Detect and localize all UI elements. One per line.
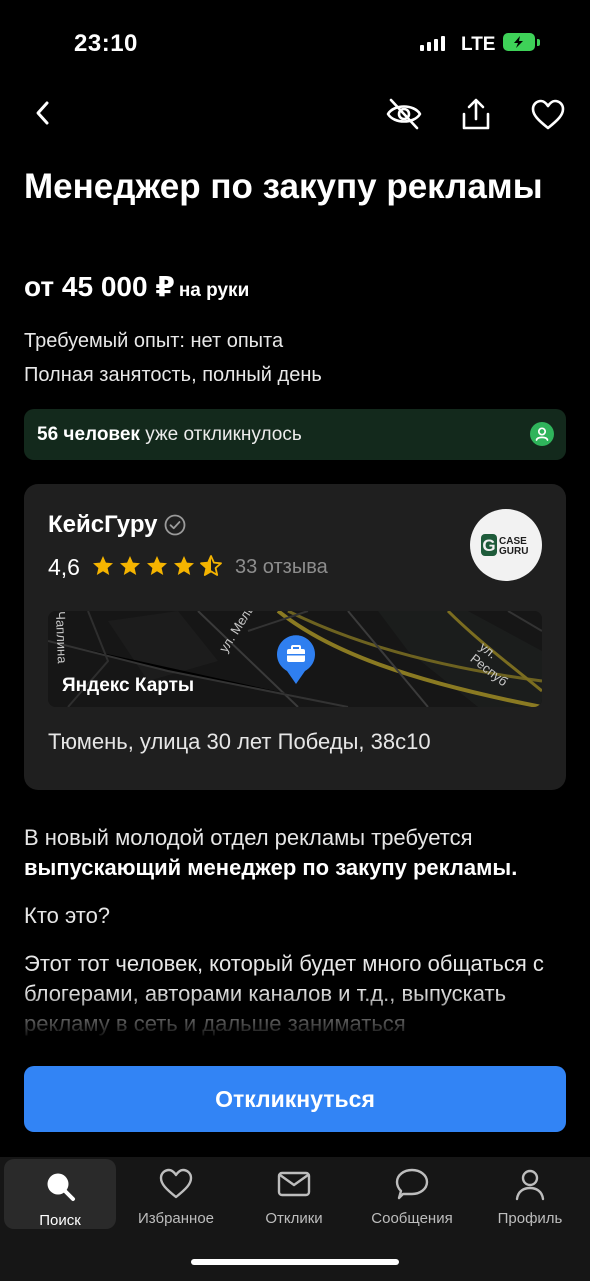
battery-icon — [503, 33, 535, 51]
heart-icon — [120, 1167, 232, 1201]
tab-search[interactable]: Поиск — [4, 1159, 116, 1229]
favorite-button[interactable] — [527, 95, 569, 135]
company-rating: 4,6 — [48, 554, 80, 580]
star-icon — [120, 556, 140, 575]
description-bold-text: выпускающий менеджер по закупу рекламы. — [24, 855, 518, 880]
company-logo[interactable]: G CASE GURU — [470, 509, 542, 581]
battery-tip — [537, 39, 540, 46]
tab-responses[interactable]: Отклики — [238, 1157, 350, 1227]
tab-label: Отклики — [265, 1210, 323, 1227]
map-preview[interactable]: Чаплина ул. Мельн ул. Респуб Яндекс Карт… — [48, 611, 542, 707]
rating-stars — [90, 554, 224, 578]
apply-button[interactable]: Откликнуться — [24, 1066, 566, 1132]
tab-label: Поиск — [39, 1212, 81, 1229]
tab-favorites[interactable]: Избранное — [120, 1157, 232, 1227]
salary: от 45 000 ₽ на руки — [24, 270, 249, 303]
mail-icon — [238, 1167, 350, 1201]
company-name[interactable]: КейсГуру — [48, 511, 158, 539]
description-text: В новый молодой отдел рекламы требуется — [24, 825, 473, 850]
responses-count: 56 человек — [37, 424, 140, 445]
tab-label: Избранное — [137, 1210, 215, 1227]
tab-label: Профиль — [497, 1210, 563, 1227]
experience-text: Требуемый опыт: нет опыта — [24, 330, 284, 352]
map-provider-label: Яндекс Карты — [62, 675, 195, 696]
vacancy-title: Менеджер по закупу рекламы — [24, 167, 543, 206]
responses-label: уже откликнулось — [145, 424, 302, 445]
tab-messages[interactable]: Сообщения — [356, 1157, 468, 1227]
employment-text: Полная занятость, полный день — [24, 364, 322, 386]
network-label: LTE — [461, 34, 496, 55]
chevron-left-icon — [36, 101, 49, 125]
tab-label: Сообщения — [371, 1210, 453, 1227]
signal-icon — [420, 36, 445, 51]
responses-text: 56 человек уже откликнулось — [37, 424, 302, 446]
salary-amount: от 45 000 ₽ — [24, 271, 175, 302]
company-logo-image: G CASE GURU — [481, 534, 528, 557]
person-icon — [530, 422, 554, 446]
home-indicator — [191, 1259, 399, 1265]
reviews-link[interactable]: 33 отзыва — [235, 556, 328, 579]
svg-text:G: G — [482, 536, 495, 555]
salary-suffix: на руки — [178, 280, 250, 301]
star-icon — [93, 556, 113, 575]
company-address: Тюмень, улица 30 лет Победы, 38с10 — [48, 729, 431, 754]
hide-vacancy-button[interactable] — [384, 94, 424, 134]
share-button[interactable] — [456, 94, 496, 134]
status-time: 23:10 — [74, 30, 138, 57]
person-icon — [474, 1167, 586, 1201]
description-paragraph-1: В новый молодой отдел рекламы требуется … — [24, 823, 569, 883]
star-icon — [174, 556, 194, 575]
chat-icon — [356, 1167, 468, 1201]
share-icon — [462, 98, 490, 130]
search-icon — [4, 1169, 116, 1203]
verified-icon — [164, 514, 186, 536]
responses-banner: 56 человек уже откликнулось — [24, 409, 566, 460]
tab-profile[interactable]: Профиль — [474, 1157, 586, 1227]
heart-icon — [531, 99, 565, 130]
eye-slash-icon — [386, 98, 422, 130]
map-pin-icon — [275, 635, 317, 690]
half-star-icon — [200, 555, 222, 576]
star-icon — [147, 556, 167, 575]
back-button[interactable] — [26, 96, 60, 130]
company-card[interactable]: КейсГуру 4,6 33 отзыва G CASE GURU Чапли… — [24, 484, 566, 790]
description-paragraph-2: Кто это? — [24, 903, 111, 928]
svg-text:GURU: GURU — [499, 546, 528, 557]
map-street-label: Чаплина — [53, 611, 70, 664]
description-fade — [0, 990, 590, 1040]
